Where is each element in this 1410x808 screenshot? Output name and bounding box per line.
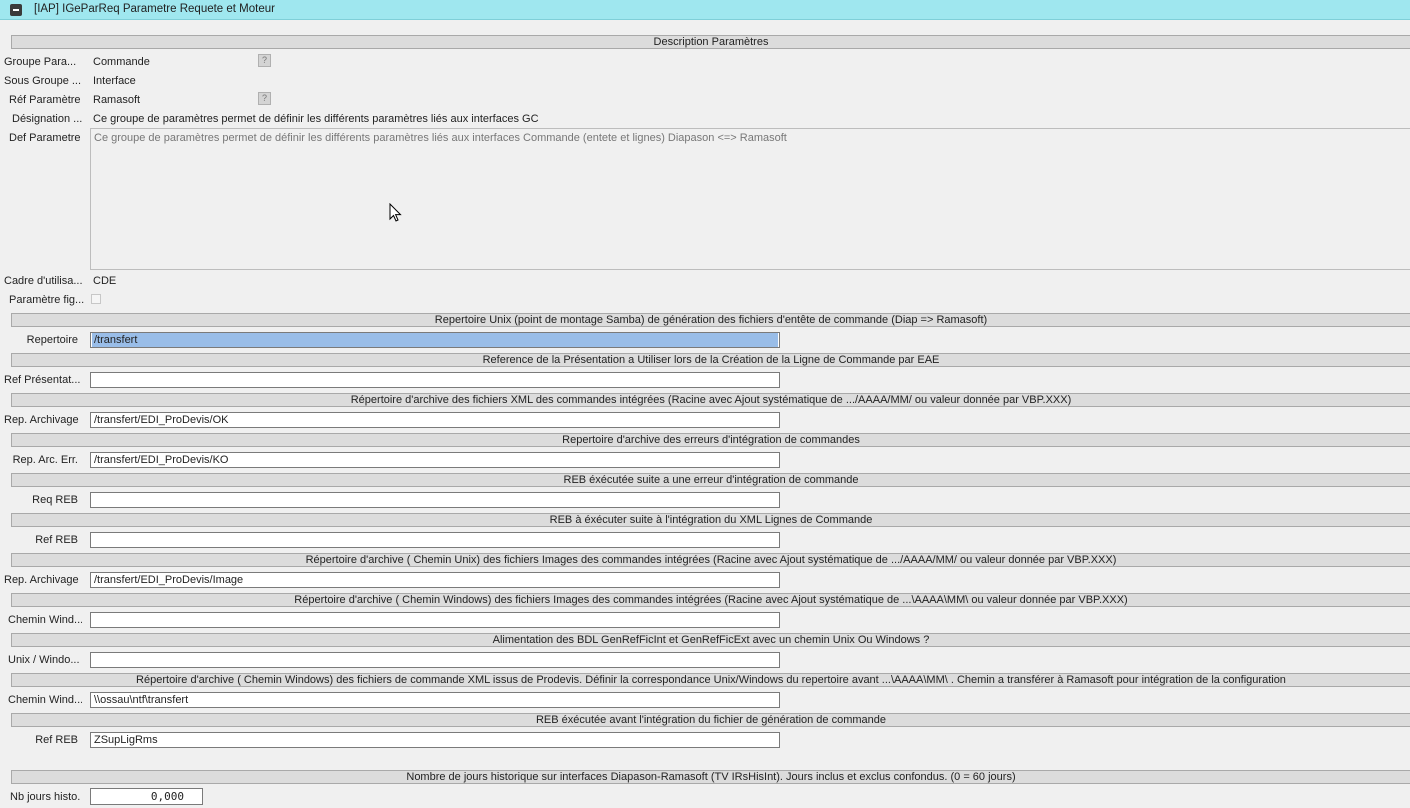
field-label: Chemin Wind... <box>8 694 82 706</box>
field-label: Ref REB <box>35 734 78 746</box>
section-header: Reference de la Présentation a Utiliser … <box>11 353 1410 367</box>
field-label: Rep. Arc. Err. <box>12 454 78 466</box>
window-title: [IAP] IGeParReq Parametre Requete et Mot… <box>34 3 275 15</box>
section-header: Répertoire d'archive ( Chemin Unix) des … <box>11 553 1410 567</box>
unix-windows-input[interactable] <box>90 652 780 668</box>
section-header: Répertoire d'archive ( Chemin Windows) d… <box>11 673 1410 687</box>
designation-value: Ce groupe de paramètres permet de défini… <box>93 113 539 125</box>
groupe-label: Groupe Para... <box>4 56 77 68</box>
field-label: Rep. Archivage <box>4 414 79 426</box>
parametre-fige-label: Paramètre fig... <box>9 294 85 306</box>
historique-header: Nombre de jours historique sur interface… <box>11 770 1410 784</box>
ref-presentation-input[interactable] <box>90 372 780 388</box>
field-label: Req REB <box>32 494 78 506</box>
def-parametre-label: Def Parametre <box>9 132 81 144</box>
ref-reb-input[interactable] <box>90 532 780 548</box>
field-label: Unix / Windo... <box>8 654 80 666</box>
ref-reb-avant-input[interactable]: ZSupLigRms <box>90 732 780 748</box>
section-header: Alimentation des BDL GenRefFicInt et Gen… <box>11 633 1410 647</box>
section-header: Repertoire d'archive des erreurs d'intég… <box>11 433 1410 447</box>
section-header: REB à éxécuter suite à l'intégration du … <box>11 513 1410 527</box>
section-header: REB éxécutée suite a une erreur d'intégr… <box>11 473 1410 487</box>
req-reb-input[interactable] <box>90 492 780 508</box>
field-label: Chemin Wind... <box>8 614 82 626</box>
groupe-lookup-button[interactable]: ? <box>258 54 271 67</box>
field-label: Repertoire <box>26 334 78 346</box>
window-menu-icon[interactable] <box>10 4 22 16</box>
field-label: Ref Présentat... <box>4 374 80 386</box>
rep-archivage-image-input[interactable]: /transfert/EDI_ProDevis/Image <box>90 572 780 588</box>
rep-arc-err-input[interactable]: /transfert/EDI_ProDevis/KO <box>90 452 780 468</box>
cadre-label: Cadre d'utilisa... <box>4 275 82 287</box>
repertoire-input[interactable]: /transfert <box>90 332 780 348</box>
chemin-windows-image-input[interactable] <box>90 612 780 628</box>
ref-parametre-label: Réf Paramètre <box>9 94 81 106</box>
section-header: REB éxécutée avant l'intégration du fich… <box>11 713 1410 727</box>
parametre-fige-checkbox[interactable] <box>91 294 101 304</box>
nb-jours-label: Nb jours histo. <box>10 791 81 803</box>
ref-lookup-button[interactable]: ? <box>258 92 271 105</box>
section-header: Répertoire d'archive des fichiers XML de… <box>11 393 1410 407</box>
ref-parametre-value: Ramasoft <box>93 94 141 106</box>
sous-groupe-label: Sous Groupe ... <box>4 75 82 87</box>
rep-archivage-input[interactable]: /transfert/EDI_ProDevis/OK <box>90 412 780 428</box>
section-header: Repertoire Unix (point de montage Samba)… <box>11 313 1410 327</box>
field-label: Ref REB <box>35 534 78 546</box>
designation-label: Désignation ... <box>12 113 82 125</box>
cadre-value: CDE <box>93 275 117 287</box>
repertoire-input-value: /transfert <box>92 333 778 347</box>
field-label: Rep. Archivage <box>4 574 79 586</box>
def-parametre-memo[interactable]: Ce groupe de paramètres permet de défini… <box>90 128 1410 270</box>
groupe-value: Commande <box>93 56 150 68</box>
chemin-windows-xml-input[interactable]: \\ossau\ntf\transfert <box>90 692 780 708</box>
mouse-cursor-icon <box>389 203 402 222</box>
window-titlebar: [IAP] IGeParReq Parametre Requete et Mot… <box>0 0 1410 20</box>
section-header: Répertoire d'archive ( Chemin Windows) d… <box>11 593 1410 607</box>
description-header: Description Paramètres <box>11 35 1410 49</box>
sous-groupe-value: Interface <box>93 75 136 87</box>
nb-jours-input[interactable]: 0,000 <box>90 788 203 805</box>
